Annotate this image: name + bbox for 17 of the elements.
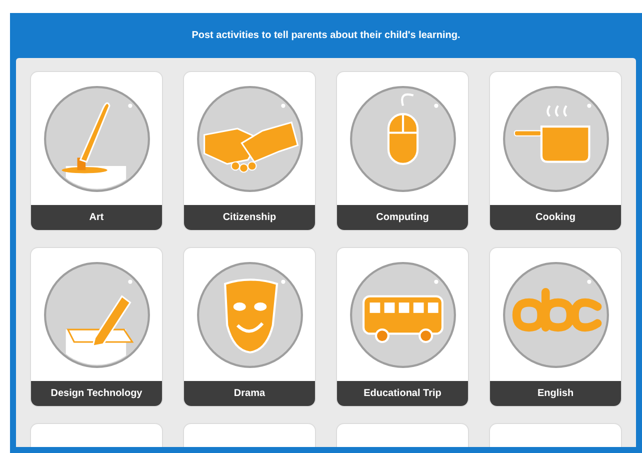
activity-card[interactable]: Drama bbox=[183, 247, 316, 407]
letters-icon bbox=[502, 260, 610, 368]
activity-card[interactable]: English bbox=[489, 247, 622, 407]
activity-card[interactable]: Cooking bbox=[489, 71, 622, 231]
bus-icon bbox=[348, 260, 456, 368]
handshake-icon bbox=[196, 84, 304, 192]
mask-icon bbox=[196, 260, 304, 368]
activity-card[interactable]: Computing bbox=[336, 71, 469, 231]
activity-card[interactable]: Educational Trip bbox=[336, 247, 469, 407]
saucepan-icon bbox=[502, 84, 610, 192]
pencil-icon bbox=[42, 260, 150, 368]
activity-card[interactable]: Art bbox=[30, 71, 163, 231]
header-title: Post activities to tell parents about their child's learning. bbox=[192, 29, 460, 43]
paintbrush-icon bbox=[42, 84, 150, 192]
computer-mouse-icon bbox=[348, 84, 456, 192]
activity-card[interactable]: Citizenship bbox=[183, 71, 316, 231]
activity-card[interactable]: Design Technology bbox=[30, 247, 163, 407]
